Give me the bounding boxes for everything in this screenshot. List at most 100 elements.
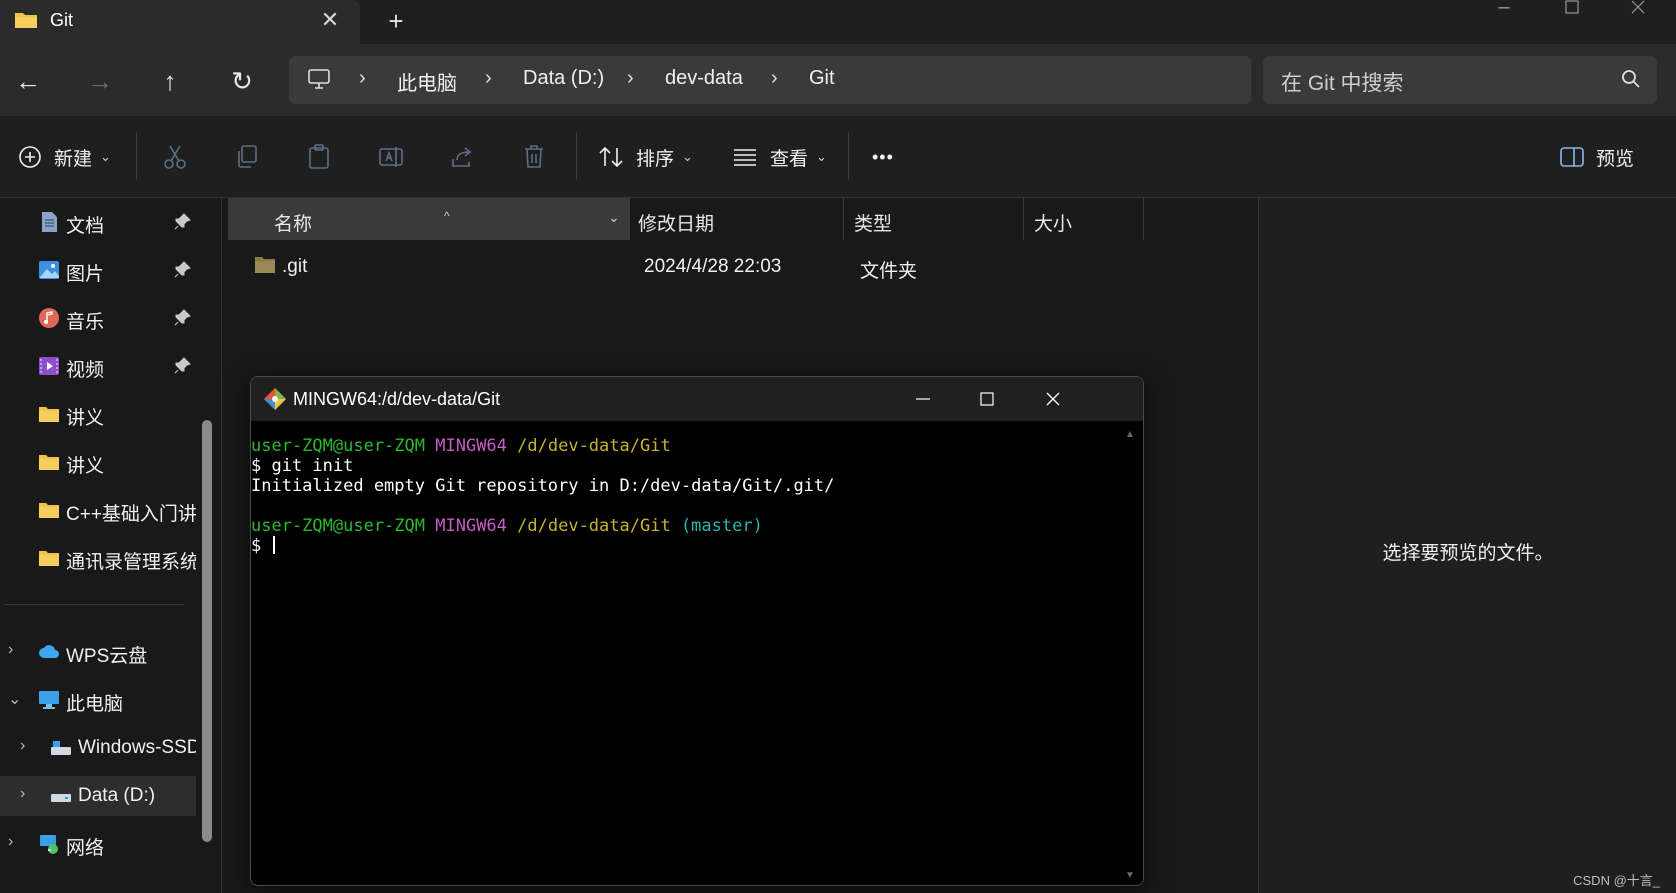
tab-git[interactable]: Git ✕ xyxy=(0,0,360,44)
cut-button[interactable] xyxy=(163,140,187,174)
terminal-maximize-button[interactable] xyxy=(965,383,1009,415)
column-header-name[interactable]: ^ 名称 ⌄ xyxy=(228,198,630,240)
chevron-down-icon[interactable]: ⌄ xyxy=(608,209,620,226)
sidebar-item-label: 通讯录管理系统 xyxy=(66,552,196,573)
sidebar-item-data-d[interactable]: › Data (D:) xyxy=(0,776,196,816)
input-line[interactable]: $ xyxy=(251,536,1119,556)
terminal-title-bar[interactable]: MINGW64:/d/dev-data/Git xyxy=(251,377,1143,421)
breadcrumb-dev-data[interactable]: dev-data xyxy=(665,67,743,90)
pin-icon[interactable] xyxy=(174,260,192,278)
sort-ascending-icon: ^ xyxy=(444,209,450,223)
terminal-title: MINGW64:/d/dev-data/Git xyxy=(293,389,501,409)
column-header-type[interactable]: 类型 xyxy=(844,198,1024,240)
chevron-right-icon[interactable]: › xyxy=(20,737,34,755)
column-header-size[interactable]: 大小 xyxy=(1024,198,1144,240)
view-list-icon xyxy=(734,149,756,166)
back-button[interactable]: ← xyxy=(8,62,48,102)
chevron-right-icon[interactable]: › xyxy=(771,67,778,90)
sidebar-item-label: 音乐 xyxy=(66,312,105,333)
terminal-close-button[interactable] xyxy=(1031,383,1075,415)
preview-pane: 选择要预览的文件。 CSDN @十言_ xyxy=(1258,198,1676,893)
sidebar-item-folder-cpp[interactable]: C++基础入门讲 xyxy=(0,490,196,530)
preview-pane-icon xyxy=(1560,147,1584,167)
delete-button[interactable] xyxy=(522,140,546,174)
close-tab-icon[interactable]: ✕ xyxy=(316,6,344,34)
terminal-minimize-button[interactable] xyxy=(901,383,945,415)
music-icon xyxy=(39,308,59,328)
chevron-right-icon[interactable]: › xyxy=(485,67,492,90)
breadcrumb-data-d[interactable]: Data (D:) xyxy=(523,67,604,90)
documents-icon xyxy=(42,212,57,232)
copy-button[interactable] xyxy=(235,140,259,174)
sidebar-item-label: Data (D:) xyxy=(78,785,156,806)
sidebar-item-label: 此电脑 xyxy=(66,694,124,715)
sidebar-item-this-pc[interactable]: ⌄ 此电脑 xyxy=(0,680,196,720)
column-header-modified[interactable]: 修改日期 xyxy=(630,198,844,240)
prompt-user: user-ZQM@user-ZQM xyxy=(251,516,425,536)
sidebar-item-label: WPS云盘 xyxy=(66,646,148,667)
search-input[interactable]: 在 Git 中搜索 xyxy=(1281,67,1404,97)
prompt-branch: (master) xyxy=(680,516,763,536)
file-name: .git xyxy=(282,256,308,277)
git-bash-window[interactable]: MINGW64:/d/dev-data/Git user-ZQM@user-ZQ… xyxy=(250,376,1144,886)
pin-icon[interactable] xyxy=(174,308,192,326)
preview-pane-button[interactable]: 预览 xyxy=(1560,140,1634,174)
chevron-right-icon[interactable]: › xyxy=(8,641,22,659)
new-button[interactable]: 新建 ⌄ xyxy=(18,140,111,174)
paste-button[interactable] xyxy=(307,140,331,174)
refresh-button[interactable]: ↻ xyxy=(222,62,262,102)
chevron-right-icon[interactable]: › xyxy=(20,785,34,803)
computer-icon xyxy=(39,691,59,709)
sidebar-item-videos[interactable]: 视频 xyxy=(0,346,196,386)
sort-button[interactable]: 排序 ⌄ xyxy=(598,140,693,174)
sidebar-item-label: 讲义 xyxy=(66,408,105,429)
sidebar-item-pictures[interactable]: 图片 xyxy=(0,250,196,290)
sidebar-item-wps-cloud[interactable]: › WPS云盘 xyxy=(0,632,196,672)
sidebar-scrollbar[interactable] xyxy=(202,420,212,842)
table-row[interactable]: .git 2024/4/28 22:03 文件夹 xyxy=(224,246,1258,286)
column-header-label: 修改日期 xyxy=(638,214,715,235)
up-button[interactable]: ↑ xyxy=(150,62,190,102)
share-button[interactable] xyxy=(450,140,474,174)
sidebar-item-folder-handout-2[interactable]: 讲义 xyxy=(0,442,196,482)
file-modified: 2024/4/28 22:03 xyxy=(644,256,782,277)
chevron-right-icon[interactable]: › xyxy=(8,833,22,851)
scissors-icon xyxy=(164,145,186,169)
sidebar-item-documents[interactable]: 文档 xyxy=(0,202,196,242)
drive-icon xyxy=(51,794,71,802)
sidebar-item-folder-contacts[interactable]: 通讯录管理系统 xyxy=(0,538,196,578)
chevron-down-icon[interactable]: ⌄ xyxy=(8,689,22,709)
minimize-window-button[interactable]: – xyxy=(1474,0,1534,30)
forward-button[interactable]: → xyxy=(80,62,120,102)
chevron-right-icon[interactable]: › xyxy=(359,67,366,90)
scroll-down-icon[interactable]: ▼ xyxy=(1125,870,1135,881)
breadcrumb-git[interactable]: Git xyxy=(809,67,835,90)
command-bar: 新建 ⌄ 排序 ⌄ 查看 ⌄ ••• 预览 xyxy=(0,116,1676,198)
prompt-env: MINGW64 xyxy=(435,436,507,456)
close-window-button[interactable] xyxy=(1608,0,1668,30)
breadcrumb-this-pc[interactable]: 此电脑 xyxy=(397,67,457,96)
sort-icon xyxy=(599,146,623,168)
rename-button[interactable] xyxy=(378,140,404,174)
scroll-up-icon[interactable]: ▲ xyxy=(1125,429,1135,440)
view-button[interactable]: 查看 ⌄ xyxy=(732,140,827,174)
terminal-output[interactable]: user-ZQM@user-ZQM MINGW64 /d/dev-data/Gi… xyxy=(251,421,1119,885)
search-box[interactable]: 在 Git 中搜索 xyxy=(1263,56,1657,104)
prompt-user: user-ZQM@user-ZQM xyxy=(251,436,425,456)
address-bar[interactable]: › 此电脑 › Data (D:) › dev-data › Git xyxy=(289,56,1251,104)
maximize-window-button[interactable] xyxy=(1542,0,1602,30)
sidebar-item-folder-handout-1[interactable]: 讲义 xyxy=(0,394,196,434)
new-tab-button[interactable]: + xyxy=(380,6,412,38)
more-options-button[interactable]: ••• xyxy=(872,140,894,174)
sidebar-item-windows-ssd[interactable]: › Windows-SSD xyxy=(0,728,196,768)
cloud-icon xyxy=(39,645,59,658)
pin-icon[interactable] xyxy=(174,356,192,374)
sidebar-item-music[interactable]: 音乐 xyxy=(0,298,196,338)
chevron-right-icon[interactable]: › xyxy=(627,67,634,90)
view-label: 查看 xyxy=(770,148,809,170)
new-label: 新建 xyxy=(54,148,93,170)
terminal-scrollbar[interactable]: ▲ ▼ xyxy=(1117,421,1143,885)
pin-icon[interactable] xyxy=(174,212,192,230)
sidebar-item-network[interactable]: › 网络 xyxy=(0,824,196,864)
